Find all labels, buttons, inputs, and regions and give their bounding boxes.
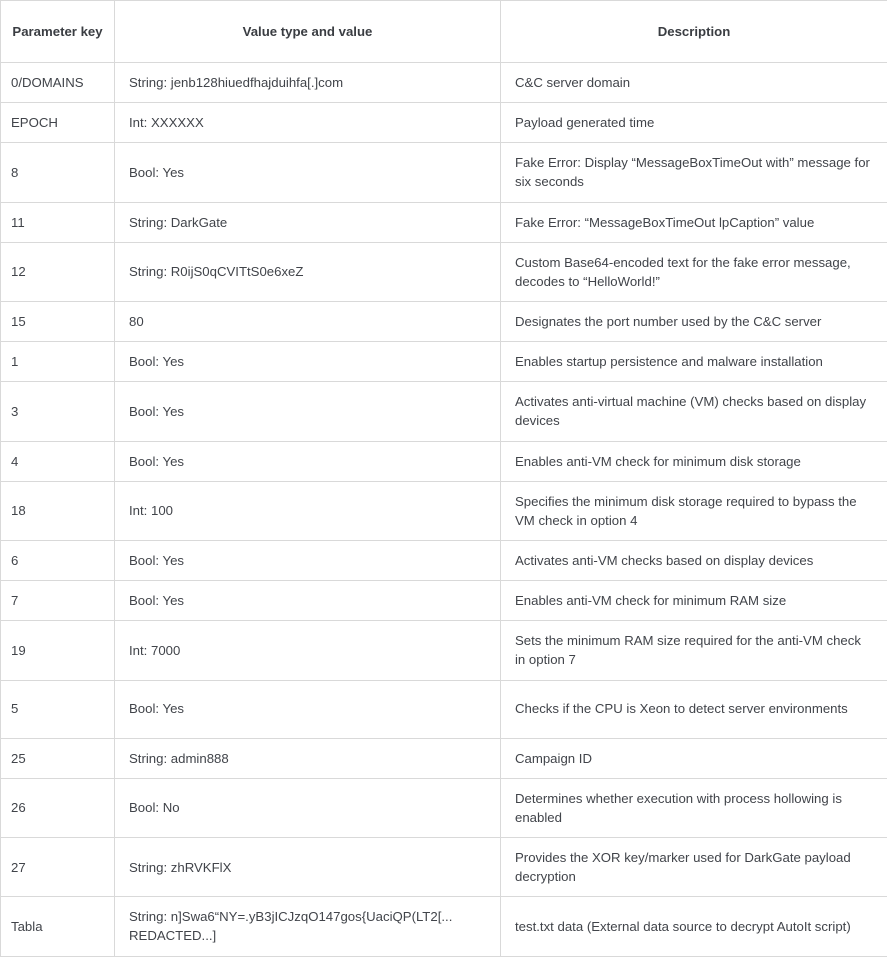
cell-description: Specifies the minimum disk storage requi… bbox=[501, 481, 887, 540]
cell-description: Payload generated time bbox=[501, 103, 887, 143]
table-row: 11String: DarkGateFake Error: “MessageBo… bbox=[1, 202, 887, 242]
cell-value-type-and-value: 80 bbox=[115, 301, 501, 341]
table-row: 1Bool: YesEnables startup persistence an… bbox=[1, 342, 887, 382]
cell-value-type-and-value: Bool: Yes bbox=[115, 540, 501, 580]
cell-description: Enables anti-VM check for minimum disk s… bbox=[501, 441, 887, 481]
cell-description: Fake Error: “MessageBoxTimeOut lpCaption… bbox=[501, 202, 887, 242]
table-header: Parameter key Value type and value Descr… bbox=[1, 1, 887, 63]
table-row: 27String: zhRVKFlXProvides the XOR key/m… bbox=[1, 837, 887, 896]
cell-value-type-and-value: Int: XXXXXX bbox=[115, 103, 501, 143]
darkgate-config-table: Parameter key Value type and value Descr… bbox=[0, 0, 887, 957]
cell-value-type-and-value: Bool: Yes bbox=[115, 581, 501, 621]
cell-description: Campaign ID bbox=[501, 738, 887, 778]
cell-value-type-and-value: Bool: No bbox=[115, 778, 501, 837]
cell-description: Fake Error: Display “MessageBoxTimeOut w… bbox=[501, 143, 887, 202]
table-row: 26Bool: NoDetermines whether execution w… bbox=[1, 778, 887, 837]
cell-parameter-key: 4 bbox=[1, 441, 115, 481]
cell-value-type-and-value: Bool: Yes bbox=[115, 441, 501, 481]
cell-value-type-and-value: String: n]Swa6“NY=.yB3jICJzqO147gos{Uaci… bbox=[115, 897, 501, 956]
column-header-value-type-and-value: Value type and value bbox=[115, 1, 501, 63]
cell-value-type-and-value: Bool: Yes bbox=[115, 680, 501, 738]
cell-parameter-key: 27 bbox=[1, 837, 115, 896]
column-header-parameter-key: Parameter key bbox=[1, 1, 115, 63]
cell-description: test.txt data (External data source to d… bbox=[501, 897, 887, 956]
cell-parameter-key: 18 bbox=[1, 481, 115, 540]
table-row: 6Bool: YesActivates anti-VM checks based… bbox=[1, 540, 887, 580]
table-body: 0/DOMAINSString: jenb128hiuedfhajduihfa[… bbox=[1, 63, 887, 957]
cell-value-type-and-value: Int: 100 bbox=[115, 481, 501, 540]
cell-parameter-key: 15 bbox=[1, 301, 115, 341]
table-row: 8Bool: YesFake Error: Display “MessageBo… bbox=[1, 143, 887, 202]
cell-description: Provides the XOR key/marker used for Dar… bbox=[501, 837, 887, 896]
cell-parameter-key: 3 bbox=[1, 382, 115, 441]
table-row: 0/DOMAINSString: jenb128hiuedfhajduihfa[… bbox=[1, 63, 887, 103]
cell-description: Enables anti-VM check for minimum RAM si… bbox=[501, 581, 887, 621]
cell-value-type-and-value: Bool: Yes bbox=[115, 143, 501, 202]
cell-parameter-key: 6 bbox=[1, 540, 115, 580]
cell-parameter-key: Tabla bbox=[1, 897, 115, 956]
table-row: EPOCHInt: XXXXXXPayload generated time bbox=[1, 103, 887, 143]
table-row: 3Bool: YesActivates anti-virtual machine… bbox=[1, 382, 887, 441]
column-header-description: Description bbox=[501, 1, 887, 63]
cell-value-type-and-value: String: R0ijS0qCVITtS0e6xeZ bbox=[115, 242, 501, 301]
table-row: 4Bool: YesEnables anti-VM check for mini… bbox=[1, 441, 887, 481]
table-row: 1580Designates the port number used by t… bbox=[1, 301, 887, 341]
cell-parameter-key: 0/DOMAINS bbox=[1, 63, 115, 103]
cell-value-type-and-value: Int: 7000 bbox=[115, 621, 501, 680]
table-header-row: Parameter key Value type and value Descr… bbox=[1, 1, 887, 63]
cell-description: Enables startup persistence and malware … bbox=[501, 342, 887, 382]
cell-description: Custom Base64-encoded text for the fake … bbox=[501, 242, 887, 301]
table-row: 5Bool: YesChecks if the CPU is Xeon to d… bbox=[1, 680, 887, 738]
cell-parameter-key: 26 bbox=[1, 778, 115, 837]
cell-parameter-key: EPOCH bbox=[1, 103, 115, 143]
cell-value-type-and-value: String: zhRVKFlX bbox=[115, 837, 501, 896]
cell-description: Checks if the CPU is Xeon to detect serv… bbox=[501, 680, 887, 738]
cell-description: Designates the port number used by the C… bbox=[501, 301, 887, 341]
cell-description: Determines whether execution with proces… bbox=[501, 778, 887, 837]
cell-parameter-key: 12 bbox=[1, 242, 115, 301]
table-row: 25String: admin888Campaign ID bbox=[1, 738, 887, 778]
cell-description: C&C server domain bbox=[501, 63, 887, 103]
cell-description: Activates anti-virtual machine (VM) chec… bbox=[501, 382, 887, 441]
table-row: 7Bool: YesEnables anti-VM check for mini… bbox=[1, 581, 887, 621]
table-row: 18Int: 100Specifies the minimum disk sto… bbox=[1, 481, 887, 540]
config-table-container: Parameter key Value type and value Descr… bbox=[0, 0, 887, 957]
cell-parameter-key: 8 bbox=[1, 143, 115, 202]
cell-value-type-and-value: String: DarkGate bbox=[115, 202, 501, 242]
cell-description: Activates anti-VM checks based on displa… bbox=[501, 540, 887, 580]
cell-parameter-key: 25 bbox=[1, 738, 115, 778]
table-row: 12String: R0ijS0qCVITtS0e6xeZCustom Base… bbox=[1, 242, 887, 301]
cell-parameter-key: 5 bbox=[1, 680, 115, 738]
table-row: 19Int: 7000Sets the minimum RAM size req… bbox=[1, 621, 887, 680]
cell-parameter-key: 11 bbox=[1, 202, 115, 242]
cell-value-type-and-value: String: admin888 bbox=[115, 738, 501, 778]
cell-description: Sets the minimum RAM size required for t… bbox=[501, 621, 887, 680]
cell-value-type-and-value: Bool: Yes bbox=[115, 382, 501, 441]
cell-parameter-key: 1 bbox=[1, 342, 115, 382]
cell-value-type-and-value: Bool: Yes bbox=[115, 342, 501, 382]
cell-value-type-and-value: String: jenb128hiuedfhajduihfa[.]com bbox=[115, 63, 501, 103]
cell-parameter-key: 19 bbox=[1, 621, 115, 680]
cell-parameter-key: 7 bbox=[1, 581, 115, 621]
table-row: TablaString: n]Swa6“NY=.yB3jICJzqO147gos… bbox=[1, 897, 887, 956]
